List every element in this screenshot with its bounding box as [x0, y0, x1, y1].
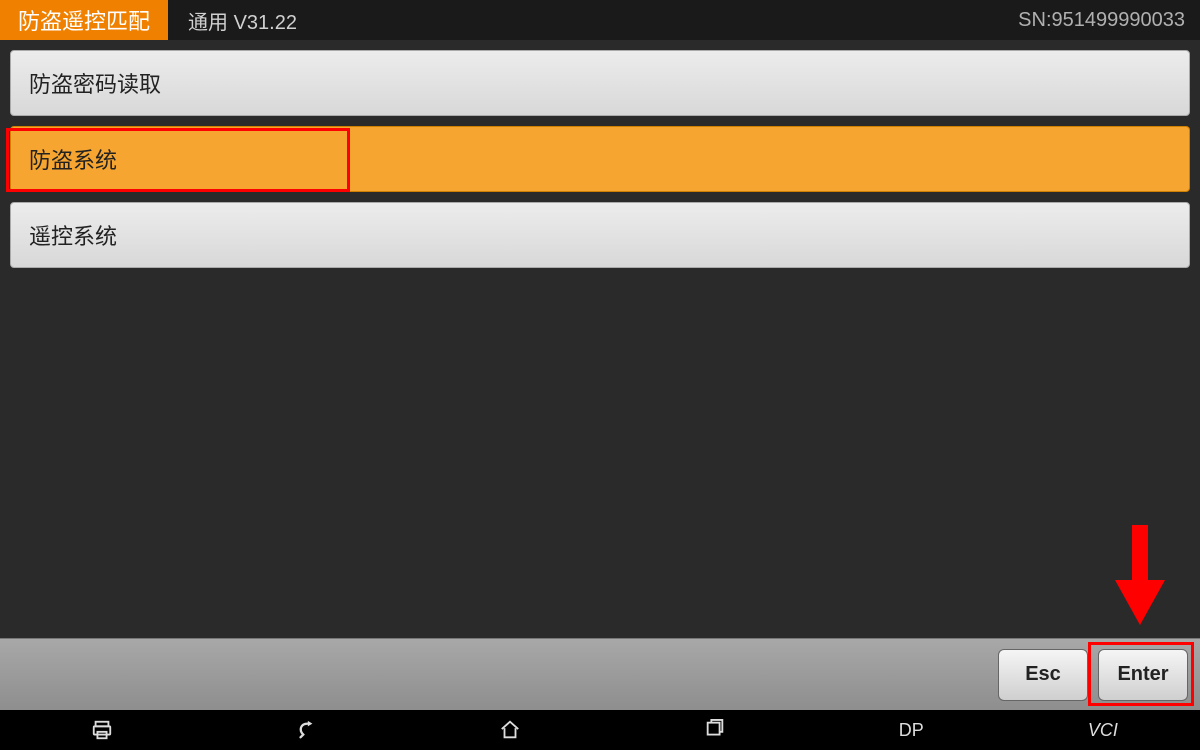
home-icon[interactable] — [490, 710, 530, 750]
menu-item-remote-system[interactable]: 遥控系统 — [10, 202, 1190, 268]
header: 防盗遥控匹配 通用 V31.22 SN:951499990033 — [0, 0, 1200, 40]
recent-apps-icon[interactable] — [695, 710, 735, 750]
arrow-down-icon — [1110, 525, 1170, 630]
nav-bar: DP VCI — [0, 710, 1200, 750]
footer-button-row: Esc Enter — [0, 638, 1200, 710]
app-title: 防盗遥控匹配 — [0, 0, 168, 40]
back-icon[interactable] — [286, 710, 326, 750]
menu-list: 防盗密码读取 防盗系统 遥控系统 — [0, 40, 1200, 278]
print-icon[interactable] — [82, 710, 122, 750]
enter-button[interactable]: Enter — [1098, 649, 1188, 701]
dp-button[interactable]: DP — [899, 720, 924, 741]
esc-button[interactable]: Esc — [998, 649, 1088, 701]
version-label: 通用 V31.22 — [168, 6, 317, 35]
menu-item-password-read[interactable]: 防盗密码读取 — [10, 50, 1190, 116]
menu-item-antitheft-system[interactable]: 防盗系统 — [10, 126, 1190, 192]
serial-number: SN:951499990033 — [1018, 9, 1200, 32]
vci-button[interactable]: VCI — [1088, 720, 1118, 741]
